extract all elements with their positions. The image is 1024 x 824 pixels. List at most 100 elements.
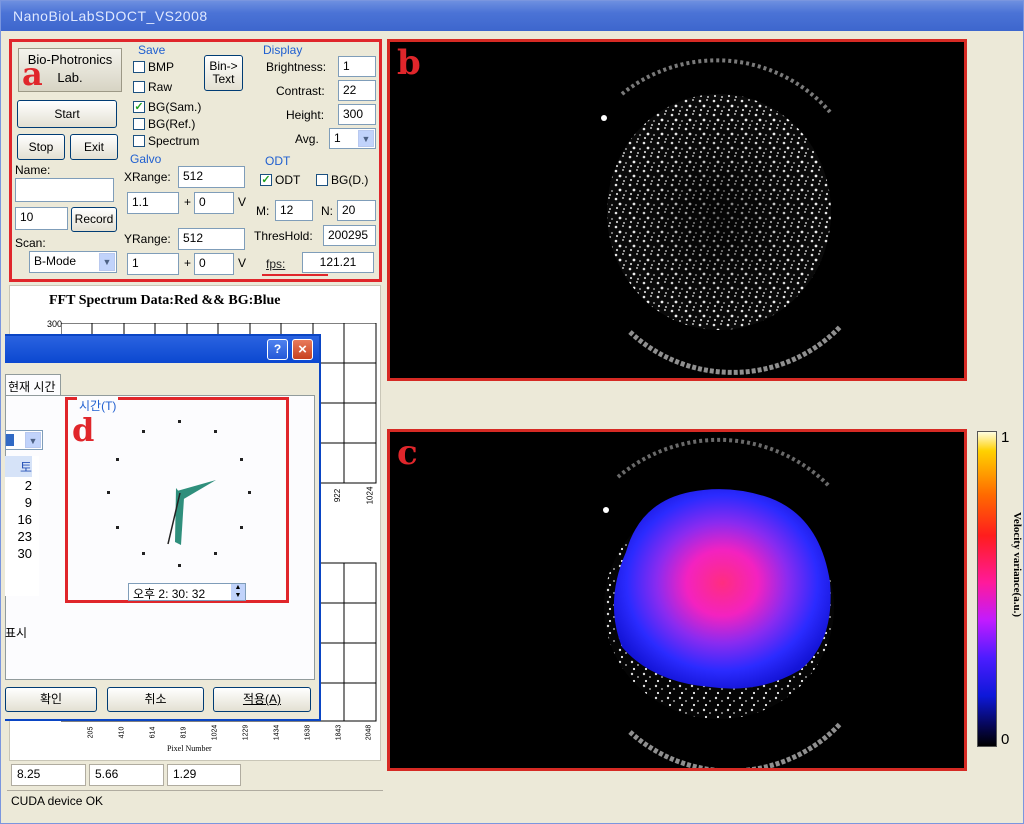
height-label: Height: — [286, 108, 325, 122]
odt-checkbox[interactable]: ✓ ODT — [260, 173, 300, 187]
spectrum-checkbox[interactable]: Spectrum — [133, 134, 199, 148]
spinner-arrows-icon[interactable]: ▲ ▼ — [231, 584, 245, 600]
title-bar[interactable]: NanoBioLabSDOCT_VS2008 — [1, 1, 1023, 31]
brightness-input[interactable]: 1 — [338, 56, 376, 77]
n-input[interactable]: 20 — [337, 200, 376, 221]
bg-ref-checkbox[interactable]: BG(Ref.) — [133, 117, 195, 131]
bg-ref-label: BG(Ref.) — [148, 117, 196, 131]
bmp-checkbox[interactable]: BMP — [133, 60, 174, 74]
scan-mode-value: B-Mode — [34, 254, 77, 268]
avg-label: Avg. — [295, 132, 319, 146]
calendar-day[interactable]: 23 — [5, 528, 32, 545]
dialog-title-bar[interactable]: ? × — [5, 336, 319, 363]
exit-button[interactable]: Exit — [70, 134, 118, 160]
calendar-day[interactable]: 9 — [5, 494, 32, 511]
cancel-button[interactable]: 취소 — [107, 687, 204, 712]
scan-label: Scan: — [15, 236, 46, 250]
record-button[interactable]: Record — [71, 207, 117, 232]
threshold-label: ThresHold: — [254, 229, 313, 243]
panel-label-a: a — [22, 55, 43, 93]
fft-upper-tick-922: 922 — [333, 488, 343, 503]
dialog-tab-label: 현재 시간 — [8, 380, 56, 394]
raw-label: Raw — [148, 80, 173, 94]
yrange-input[interactable]: 512 — [178, 228, 245, 250]
month-select-fill — [6, 434, 14, 446]
checkmark-icon: ✓ — [260, 174, 272, 186]
checkbox-icon — [133, 81, 145, 93]
y-voltage-input-1[interactable]: 1 — [127, 253, 179, 275]
chevron-down-icon[interactable]: ▼ — [25, 432, 41, 448]
bmp-label: BMP — [148, 60, 175, 74]
fft-tick-1024: 1024 — [211, 724, 219, 741]
window-title: NanoBioLabSDOCT_VS2008 — [13, 8, 208, 24]
month-select[interactable]: ▼ — [5, 430, 43, 450]
bin-to-text-button[interactable]: Bin-> Text — [204, 55, 243, 91]
fft-y-tick-top: 300 — [47, 319, 63, 329]
panel-label-b: b — [397, 43, 421, 83]
close-button[interactable]: × — [292, 339, 313, 360]
raw-checkbox[interactable]: Raw — [133, 80, 172, 94]
status-value-1: 8.25 — [11, 764, 86, 786]
status-value-3: 1.29 — [167, 764, 241, 786]
dialog-tab-time[interactable]: 현재 시간 — [5, 374, 61, 396]
y-plus-sign: + — [184, 256, 192, 270]
status-value-2: 5.66 — [89, 764, 164, 786]
height-input[interactable]: 300 — [338, 104, 376, 125]
fft-tick-1434: 1434 — [273, 724, 281, 741]
datetime-dialog: ? × 현재 시간 ▼ 토 2 9 16 23 30 표시 시간(T) d 오후… — [5, 334, 321, 721]
chevron-down-icon[interactable]: ▼ — [99, 253, 115, 271]
fft-tick-1843: 1843 — [335, 724, 343, 741]
fft-tick-819: 819 — [180, 726, 188, 739]
colorbar — [977, 431, 997, 747]
checkmark-icon: ✓ — [133, 101, 145, 113]
time-spinner[interactable]: 오후 2: 30: 32 ▲ ▼ — [128, 583, 246, 601]
avg-select[interactable]: 1 ▼ — [329, 128, 376, 149]
stop-button[interactable]: Stop — [17, 134, 65, 160]
velocity-image-panel: c — [387, 429, 967, 771]
calendar-weekday-header: 토 — [5, 456, 32, 477]
bin-text-line2: Text — [212, 72, 235, 86]
m-label: M: — [256, 204, 270, 218]
bg-sam-label: BG(Sam.) — [148, 100, 202, 114]
app-window: NanoBioLabSDOCT_VS2008 Bio-Photronics La… — [0, 0, 1024, 824]
bg-d-checkbox[interactable]: BG(D.) — [316, 173, 368, 187]
scan-mode-select[interactable]: B-Mode ▼ — [29, 251, 117, 273]
record-count-input[interactable]: 10 — [15, 207, 68, 230]
calendar-day[interactable]: 2 — [5, 477, 32, 494]
fft-tick-614: 614 — [149, 726, 157, 739]
m-input[interactable]: 12 — [275, 200, 313, 221]
display-group-label: Display — [263, 43, 303, 57]
contrast-input[interactable]: 22 — [338, 80, 376, 101]
ok-button[interactable]: 확인 — [5, 687, 97, 712]
name-input[interactable] — [15, 178, 114, 202]
calendar-column: 토 2 9 16 23 30 — [5, 456, 39, 596]
threshold-input[interactable]: 200295 — [323, 225, 376, 246]
fft-lower-ticks: 205 410 614 819 1024 1229 1434 1638 1843… — [85, 725, 385, 749]
bg-sam-checkbox[interactable]: ✓ BG(Sam.) — [133, 100, 201, 114]
control-panel: Bio-Photronics Lab. a Start Stop Exit Na… — [9, 39, 382, 282]
colorbar-max-label: 1 — [1001, 429, 1010, 446]
colorbar-min-label: 0 — [1001, 731, 1010, 748]
calendar-day[interactable]: 30 — [5, 545, 32, 562]
status-bar: CUDA device OK — [7, 790, 383, 812]
x-voltage-input-2[interactable]: 0 — [194, 192, 234, 214]
checkbox-icon — [133, 135, 145, 147]
xrange-input[interactable]: 512 — [178, 166, 245, 188]
odt-label: ODT — [275, 173, 301, 187]
fft-tick-2048: 2048 — [365, 724, 373, 741]
bg-d-label: BG(D.) — [331, 173, 369, 187]
chevron-down-icon[interactable]: ▼ — [358, 130, 374, 147]
help-button[interactable]: ? — [267, 339, 288, 360]
calendar-day[interactable]: 16 — [5, 511, 32, 528]
velocity-variance-image — [390, 432, 964, 768]
n-label: N: — [321, 204, 333, 218]
start-button[interactable]: Start — [17, 100, 117, 128]
y-voltage-input-2[interactable]: 0 — [194, 253, 234, 275]
save-group-label: Save — [138, 43, 166, 57]
status-message: CUDA device OK — [11, 794, 104, 808]
fft-tick-1229: 1229 — [242, 724, 250, 741]
x-voltage-input-1[interactable]: 1.1 — [127, 192, 179, 214]
apply-button[interactable]: 적용(A) — [213, 687, 311, 712]
fft-tick-205: 205 — [87, 726, 95, 739]
fft-x-axis-label: Pixel Number — [167, 744, 212, 753]
